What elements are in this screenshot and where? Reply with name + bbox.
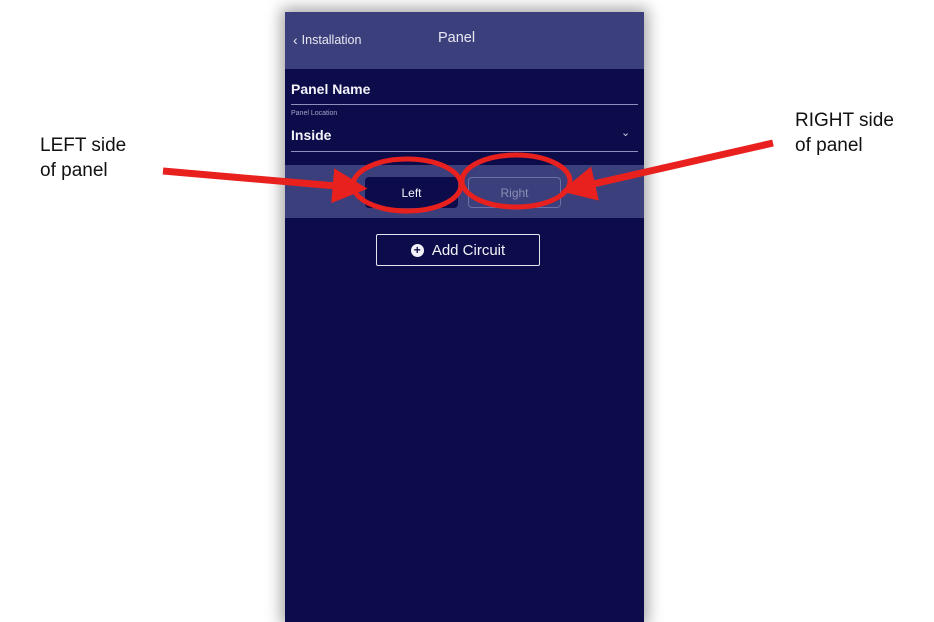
highlight-left-ellipse (350, 156, 464, 214)
annotation-overlay (162, 139, 774, 214)
arrow-right (560, 139, 774, 201)
highlight-right-ellipse (459, 152, 573, 210)
arrow-left (162, 167, 368, 204)
